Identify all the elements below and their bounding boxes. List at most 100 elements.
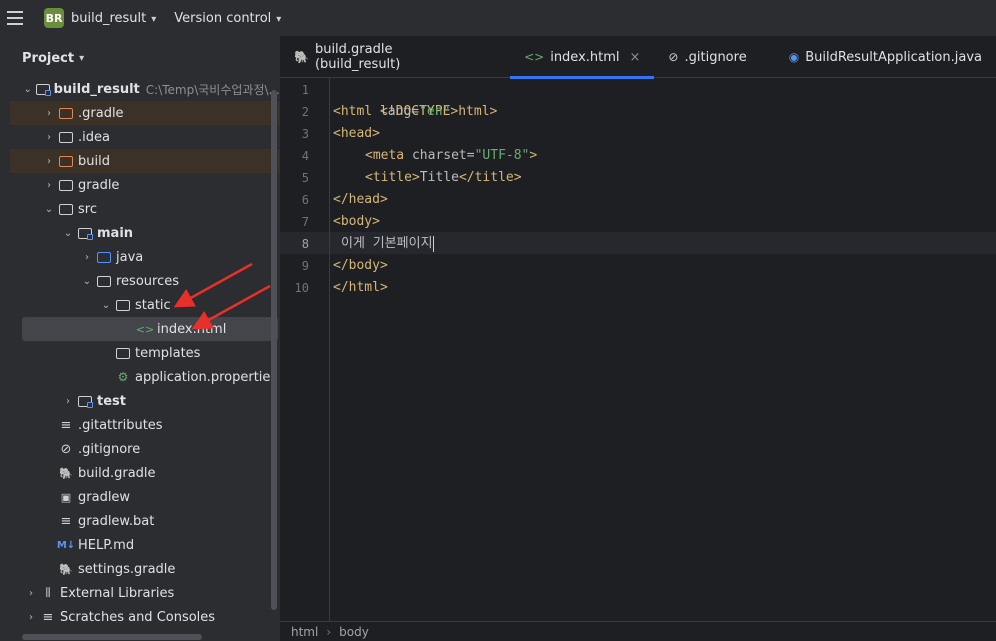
code-token: "en" [419, 104, 451, 119]
tree-item-idea[interactable]: › .idea [10, 125, 280, 149]
tree-item-label: application.properties [135, 369, 278, 385]
tree-item-settings-gradle[interactable]: 🐘 settings.gradle [10, 557, 280, 581]
tree-item-gradlew-bat[interactable]: ≡ gradlew.bat [10, 509, 280, 533]
tree-item-main[interactable]: ⌄ main [10, 221, 280, 245]
tree-item-build-gradle[interactable]: 🐘 build.gradle [10, 461, 280, 485]
chevron-right-icon[interactable]: › [42, 180, 56, 191]
tree-item-gradlew[interactable]: ▣ gradlew [10, 485, 280, 509]
chevron-right-icon[interactable]: › [61, 396, 75, 407]
html-file-icon: <> [524, 50, 545, 64]
code-token: </html> [333, 280, 388, 295]
shell-script-icon: ▣ [60, 490, 72, 504]
tree-item-build[interactable]: › build [10, 149, 280, 173]
main-menu-icon[interactable] [0, 0, 30, 36]
tree-item-resources[interactable]: ⌄ resources [10, 269, 280, 293]
tree-item-label: gradle [78, 177, 120, 193]
chevron-right-icon[interactable]: › [80, 252, 94, 263]
tree-item-help-md[interactable]: M↓ HELP.md [10, 533, 280, 557]
code-token: = [411, 104, 420, 119]
tree-item-external-libraries[interactable]: › ⫼ External Libraries [10, 581, 280, 605]
module-folder-icon [35, 82, 51, 96]
line-number: 3 [301, 127, 309, 141]
tree-item-test[interactable]: › test [10, 389, 280, 413]
tree-item-gitignore[interactable]: ⊘ .gitignore [10, 437, 280, 461]
chevron-right-icon[interactable]: › [42, 108, 56, 119]
ignore-file-icon: ⊘ [668, 50, 679, 64]
project-panel-header[interactable]: Project ▾ [10, 36, 280, 80]
tree-item-label: .gitignore [78, 441, 141, 457]
breadcrumb-item[interactable]: body [339, 625, 369, 639]
vcs-widget[interactable]: Version control ▾ [174, 11, 281, 26]
project-name: build_result [71, 10, 147, 26]
tree-item-static[interactable]: ⌄ static [10, 293, 280, 317]
tree-item-gitattributes[interactable]: ≡ .gitattributes [10, 413, 280, 437]
module-folder-icon [77, 226, 93, 240]
tree-item-label: gradlew [78, 489, 131, 505]
code-token: lang [379, 104, 412, 119]
code-token: <body> [333, 214, 380, 229]
line-number: 6 [301, 193, 309, 207]
tree-item-label: settings.gradle [78, 561, 176, 577]
tree-item-root[interactable]: ⌄ build_result C:\Temp\국비수업과정\... [10, 77, 280, 101]
tab-index-html[interactable]: <> index.html × [510, 36, 655, 79]
project-selector[interactable]: build_result ▾ [71, 11, 156, 26]
breadcrumb: html › body [280, 621, 996, 641]
tree-item-application-properties[interactable]: ⚙ application.properties [10, 365, 280, 389]
chevron-down-icon[interactable]: ⌄ [61, 228, 75, 239]
code-token: <head> [333, 126, 380, 141]
tree-item-label: java [116, 249, 144, 265]
chevron-down-icon: ▾ [79, 52, 85, 64]
line-number: 8 [301, 237, 309, 251]
folder-icon [115, 346, 131, 360]
line-number: 4 [301, 149, 309, 163]
chevron-right-icon[interactable]: › [42, 132, 56, 143]
title-bar: BR build_result ▾ Version control ▾ [0, 0, 996, 36]
close-icon[interactable]: × [630, 50, 641, 65]
chevron-down-icon[interactable]: ⌄ [80, 276, 94, 287]
tab-build-result-application[interactable]: ◉ BuildResultApplication.java [775, 36, 996, 78]
gradle-icon: 🐘 [59, 562, 73, 576]
tree-item-label: build_result [53, 81, 140, 97]
gradle-icon: 🐘 [294, 50, 309, 64]
chevron-down-icon[interactable]: ⌄ [99, 300, 113, 311]
tree-item-label: gradlew.bat [78, 513, 155, 529]
tree-item-label: Scratches and Consoles [60, 609, 216, 625]
chevron-right-icon[interactable]: › [24, 612, 38, 623]
vertical-scrollbar[interactable] [271, 90, 277, 610]
line-number: 1 [301, 83, 309, 97]
tab-label: build.gradle (build_result) [314, 42, 401, 72]
line-number: 10 [294, 281, 309, 295]
horizontal-scrollbar[interactable] [22, 634, 202, 640]
scratches-icon: ≡ [42, 609, 54, 625]
tree-item-label: static [135, 297, 171, 313]
properties-file-icon: ⚙ [117, 370, 129, 384]
tree-item-templates[interactable]: templates [10, 341, 280, 365]
chevron-down-icon[interactable]: ⌄ [42, 204, 56, 215]
chevron-down-icon[interactable]: ⌄ [22, 84, 34, 95]
breadcrumb-item[interactable]: html [291, 625, 318, 639]
tree-item-gradle-cache[interactable]: › .gradle [10, 101, 280, 125]
code-token: <html [333, 104, 380, 119]
code-line-1: <!DOCTYPE html> [333, 79, 497, 119]
folder-icon [58, 154, 74, 168]
code-line-6: </head> [333, 189, 388, 211]
project-badge[interactable]: BR [44, 8, 64, 28]
tree-item-label: main [97, 225, 134, 241]
chevron-right-icon[interactable]: › [24, 588, 38, 599]
chevron-down-icon: ▾ [276, 13, 282, 25]
tree-item-java[interactable]: › java [10, 245, 280, 269]
chevron-right-icon[interactable]: › [42, 156, 56, 167]
tab-gitignore[interactable]: ⊘ .gitignore [654, 36, 760, 78]
tree-item-label: build [78, 153, 110, 169]
tree-item-src[interactable]: ⌄ src [10, 197, 280, 221]
tree-item-label: .idea [78, 129, 110, 145]
tree-item-scratches[interactable]: › ≡ Scratches and Consoles [10, 605, 280, 629]
ignore-file-icon: ⊘ [60, 441, 72, 457]
tool-window-stripe [0, 36, 10, 641]
tab-build-gradle[interactable]: 🐘 build.gradle (build_result) [280, 36, 494, 78]
tree-item-label: index.html [157, 321, 227, 337]
tree-item-index-html[interactable]: <> index.html [22, 317, 278, 341]
text-file-icon: ≡ [60, 417, 72, 433]
project-panel: Project ▾ ⌄ build_result C:\Temp\국비수업과정\.… [10, 36, 280, 641]
tree-item-gradle[interactable]: › gradle [10, 173, 280, 197]
